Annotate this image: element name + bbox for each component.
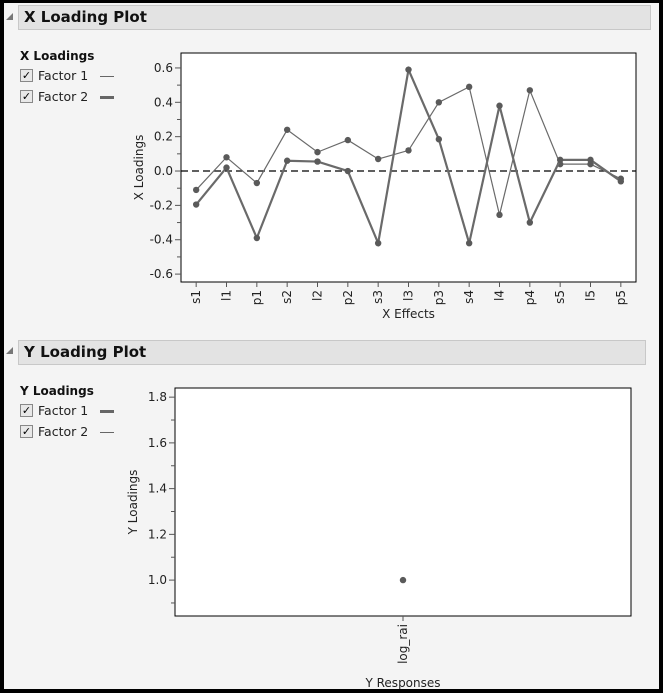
x-ytick-label: 0.2 [154,130,173,144]
y-plot-area [174,387,632,617]
y-ytick-label: 1.2 [148,527,167,541]
x-axis-xlabel: X Effects [382,307,435,321]
x-series-factor2-point [556,156,564,164]
x-xtick-label: s1 [189,290,203,304]
x-legend-item-factor2[interactable]: ✓ Factor 2 [20,89,130,107]
y-loading-plot-title: Y Loading Plot [24,343,147,361]
y-factor1-line-swatch [100,410,114,413]
x-ytick-label: -0.2 [150,198,173,212]
x-factor2-line-swatch [100,96,114,99]
y-factor2-line-swatch [100,432,114,433]
x-factor1-label: Factor 1 [38,68,89,83]
x-series-factor2-point [435,136,443,143]
x-series-factor1-point [314,148,321,156]
x-xtick-label: s5 [553,290,567,304]
x-factor1-checkbox[interactable]: ✓ [20,69,33,82]
x-ytick-label: 0.4 [154,95,173,109]
y-factor1-label: Factor 1 [38,403,89,418]
x-section-disclosure-icon[interactable] [6,13,13,20]
y-loading-plot-header[interactable]: Y Loading Plot [18,340,646,365]
x-xtick-label: s2 [280,290,294,304]
x-xtick-label: l3 [402,290,416,301]
report-window: X Loading Plot X Loadings ✓ Factor 1 ✓ F… [4,3,659,689]
y-ytick-label: 1.0 [148,573,167,587]
y-legend-item-factor1[interactable]: ✓ Factor 1 [20,403,130,421]
x-loading-plot-title: X Loading Plot [24,8,147,26]
x-xtick-label: l2 [311,290,325,301]
x-ytick-label: -0.6 [150,267,173,281]
x-series-factor1-point [283,126,291,133]
x-series-factor1-point [465,83,473,91]
x-series-factor1-point [587,160,594,168]
x-ytick-label: 0.6 [154,61,173,75]
x-series-factor2-point [465,239,473,247]
x-series-factor2-point [192,201,200,208]
y-axis-ylabel: Y Loadings [126,470,140,536]
y-legend-title: Y Loadings [20,384,94,398]
x-series-factor1-point [192,186,200,194]
x-series-factor1-point [496,211,503,219]
x-xtick-label: p3 [432,290,446,305]
x-xtick-label: s3 [371,290,385,304]
y-series-factor1-point [399,576,407,584]
x-series-factor1-point [374,155,382,163]
x-series-factor2-point [344,167,352,175]
x-series-factor2-line [195,65,622,248]
x-xtick-label: p4 [523,290,537,305]
x-loading-plot-header[interactable]: X Loading Plot [18,5,651,30]
x-factor2-label: Factor 2 [38,89,89,104]
x-series-factor1-point [405,147,412,154]
x-xtick-label: l1 [220,290,234,301]
y-section-disclosure-icon[interactable] [6,347,13,354]
x-series-factor2-point [314,158,321,165]
x-series-factor1-line [195,85,622,215]
x-series-factor2-point [496,102,503,109]
x-series-factor1-point [526,87,534,94]
x-series-factor2-point [283,157,291,164]
x-factor1-line-swatch [100,76,114,77]
x-series-factor2-point [526,219,534,226]
y-ytick-label: 1.6 [148,436,167,450]
x-series-factor1-point [617,175,625,182]
x-series-factor1-point [556,160,564,168]
y-factor1-checkbox[interactable]: ✓ [20,404,33,417]
x-xtick-label: s4 [462,290,476,304]
x-series-factor2-point [587,156,594,164]
x-legend-title: X Loadings [20,49,95,63]
x-xtick-label: p5 [614,290,628,305]
x-series-factor2-point [223,164,230,171]
x-xtick-label: p2 [341,290,355,305]
x-series-factor2-point [374,239,382,247]
y-xtick-label: log_rai [396,624,410,664]
x-xtick-label: l4 [493,290,507,301]
x-ytick-label: 0.0 [154,164,173,178]
x-series-factor1-point [223,154,230,161]
y-legend-item-factor2[interactable]: ✓ Factor 2 [20,424,130,442]
x-xtick-label: p1 [250,290,264,305]
x-series-factor1-point [344,136,352,144]
y-ytick-label: 1.8 [148,390,167,404]
x-factor2-checkbox[interactable]: ✓ [20,90,33,103]
y-factor2-checkbox[interactable]: ✓ [20,425,33,438]
x-ytick-label: -0.4 [150,233,173,247]
x-series-factor2-point [405,66,412,73]
y-factor2-label: Factor 2 [38,424,89,439]
x-series-factor2-point [617,178,625,185]
x-series-factor2-point [253,234,261,242]
x-axis-ylabel: X Loadings [132,135,146,201]
y-axis-xlabel: Y Responses [364,676,440,689]
x-legend-item-factor1[interactable]: ✓ Factor 1 [20,68,130,86]
x-plot-area [180,52,637,283]
y-ytick-label: 1.4 [148,482,167,496]
x-series-factor1-point [435,99,443,106]
x-xtick-label: l5 [584,290,598,301]
x-series-factor1-point [253,179,261,187]
